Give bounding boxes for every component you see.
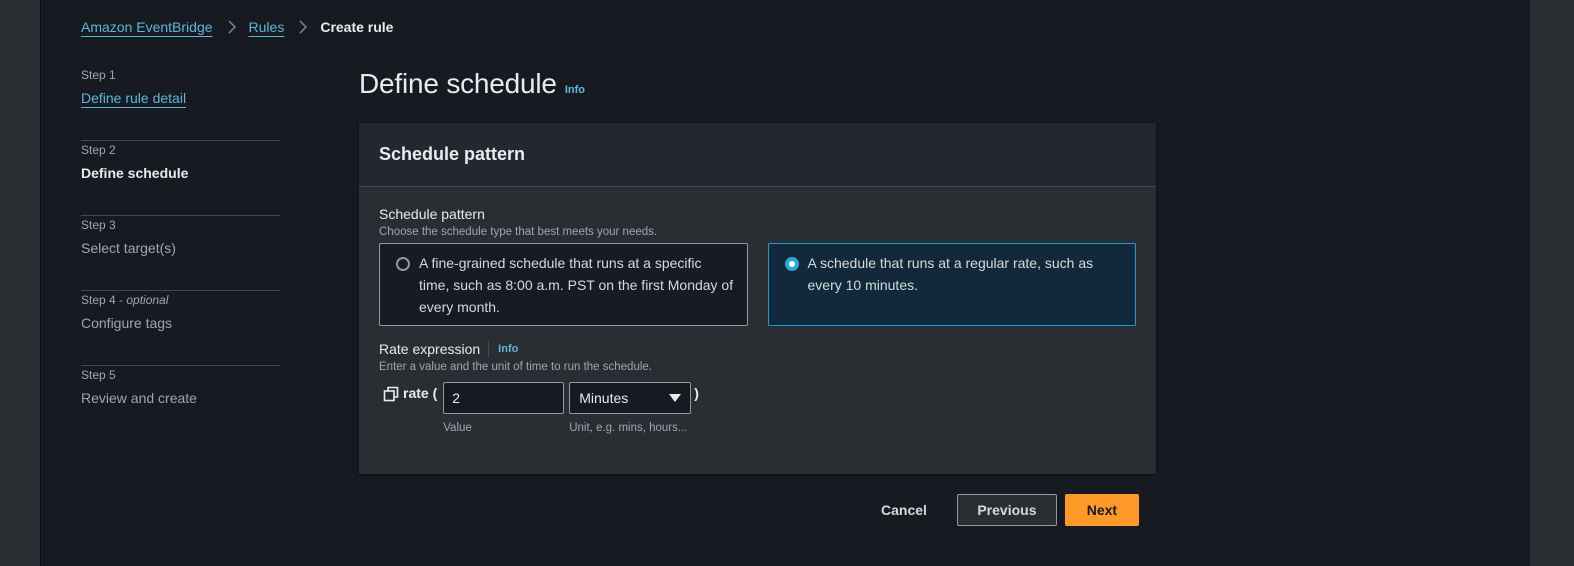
rate-value-input[interactable]	[443, 382, 565, 414]
radio-unchecked-icon[interactable]	[396, 257, 410, 271]
value-column: Value	[443, 382, 565, 436]
step-select-targets: Select target(s)	[81, 240, 176, 256]
rate-expression-description: Enter a value and the unit of time to ru…	[379, 361, 652, 373]
wizard-step-2: Step 2 Define schedule	[81, 141, 280, 216]
wizard-steps: Step 1 Define rule detail Step 2 Define …	[81, 66, 280, 441]
wizard-step-5: Step 5 Review and create	[81, 366, 280, 441]
unit-hint: Unit, e.g. mins, hours...	[569, 422, 688, 434]
rate-unit-selected: Minutes	[579, 390, 629, 406]
step-configure-tags: Configure tags	[81, 315, 173, 331]
schedule-pattern-description: Choose the schedule type that best meets…	[379, 226, 658, 238]
step-number: Step 4 - optional	[81, 293, 280, 308]
copy-icon[interactable]	[383, 386, 399, 402]
unit-column: Minutes Unit, e.g. mins, hours...	[564, 382, 692, 436]
wizard-step-3: Step 3 Select target(s)	[81, 216, 280, 291]
page-title: Define schedule	[359, 68, 557, 99]
rate-expression-label-row: Rate expression Info	[379, 341, 1136, 357]
rate-prefix: rate (	[403, 385, 438, 401]
page-info-link[interactable]: Info	[565, 84, 585, 96]
wizard-step-4: Step 4 - optional Configure tags	[81, 291, 280, 366]
step-number: Step 2	[81, 143, 116, 157]
breadcrumb: Amazon EventBridge Rules Create rule	[81, 19, 393, 35]
console-frame: Amazon EventBridge Rules Create rule Ste…	[40, 0, 1530, 566]
breadcrumb-eventbridge[interactable]: Amazon EventBridge	[81, 19, 213, 35]
breadcrumb-rules[interactable]: Rules	[249, 19, 285, 35]
breadcrumb-create-rule: Create rule	[320, 19, 394, 35]
step-link-define-rule-detail[interactable]: Define rule detail	[81, 89, 280, 107]
step-number-text: Step 4 -	[81, 293, 127, 307]
rate-expression-field: Rate expression Info Enter a value and t…	[379, 341, 1136, 436]
step-current-define-schedule: Define schedule	[81, 165, 189, 181]
tile-label: A fine-grained schedule that runs at a s…	[419, 255, 734, 315]
container-body: Schedule pattern Choose the schedule typ…	[359, 187, 1156, 455]
radio-checked-icon[interactable]	[784, 257, 799, 271]
tile-label: A schedule that runs at a regular rate, …	[807, 255, 1094, 293]
rate-suffix: )	[694, 385, 699, 401]
rate-unit-select[interactable]: Minutes	[569, 382, 692, 414]
rate-expression-label: Rate expression	[379, 341, 481, 357]
container-header: Schedule pattern	[359, 123, 1156, 187]
value-hint: Value	[443, 422, 472, 434]
step-optional-label: optional	[126, 293, 169, 307]
previous-button[interactable]: Previous	[956, 494, 1057, 526]
schedule-pattern-label: Schedule pattern	[379, 206, 485, 222]
rate-expression-info-link[interactable]: Info	[498, 343, 518, 355]
step-number: Step 3	[81, 218, 116, 232]
rate-expression-inputs: rate ( Value Minutes Unit, e.g. mins, ho…	[379, 382, 1136, 436]
chevron-right-icon	[227, 19, 237, 35]
page-header: Define schedule Info	[359, 68, 585, 100]
chevron-right-icon	[298, 19, 308, 35]
caret-down-icon	[669, 394, 682, 402]
schedule-type-tiles: A fine-grained schedule that runs at a s…	[379, 243, 1136, 326]
schedule-pattern-container: Schedule pattern Schedule pattern Choose…	[359, 123, 1156, 474]
cancel-button[interactable]: Cancel	[881, 494, 927, 526]
tile-regular-rate-schedule[interactable]: A schedule that runs at a regular rate, …	[767, 243, 1136, 326]
next-button[interactable]: Next	[1064, 494, 1139, 526]
step-number: Step 1	[81, 68, 116, 82]
step-review-and-create: Review and create	[81, 390, 197, 406]
wizard-step-1: Step 1 Define rule detail	[81, 66, 280, 141]
wizard-actions: Cancel Previous Next	[881, 494, 1139, 526]
label-divider	[488, 341, 490, 357]
tile-fine-grained-schedule[interactable]: A fine-grained schedule that runs at a s…	[379, 243, 748, 326]
step-number: Step 5	[81, 368, 116, 382]
